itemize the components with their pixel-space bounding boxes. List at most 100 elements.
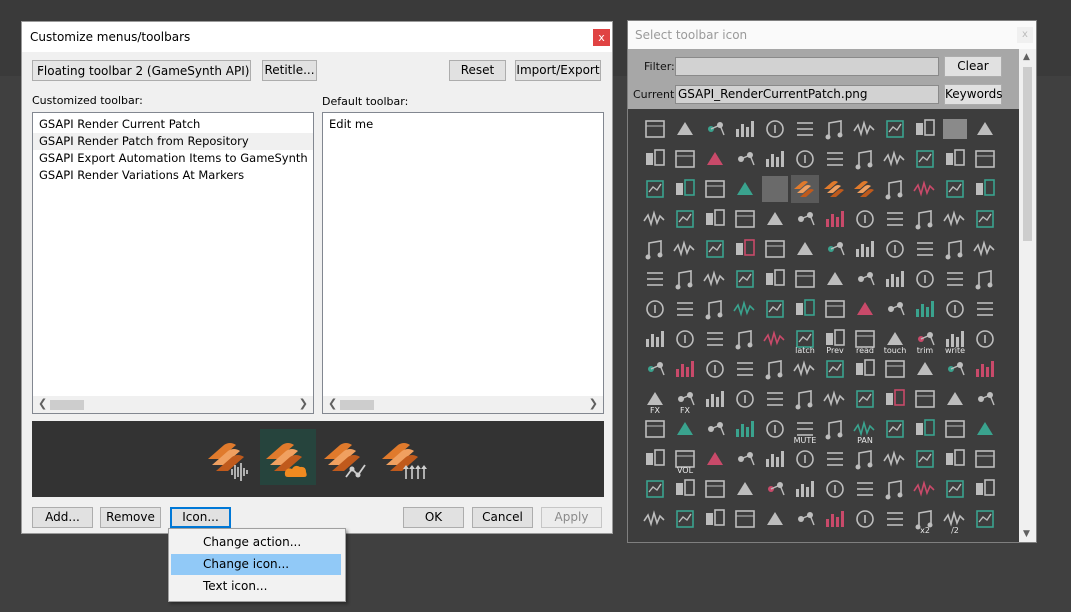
scroll-down-icon[interactable]: ▼	[1023, 529, 1030, 539]
toolbar-icon-option[interactable]	[761, 115, 789, 143]
toolbar-icon-option[interactable]	[851, 235, 879, 263]
toolbar-icon-option[interactable]	[791, 385, 819, 413]
toolbar-icon-option[interactable]: read	[851, 325, 879, 355]
toolbar-icon-option[interactable]	[911, 295, 939, 323]
toolbar-icon-option[interactable]	[731, 205, 759, 233]
toolbar-icon-option[interactable]	[911, 235, 939, 263]
toolbar-icon-option[interactable]	[731, 325, 759, 353]
toolbar-icon-option[interactable]: Prev	[821, 325, 849, 355]
toolbar-icon-option[interactable]	[671, 265, 699, 293]
toolbar-icon-option[interactable]	[761, 385, 789, 413]
toolbar-icon-option[interactable]	[701, 385, 729, 413]
toolbar-icon-option[interactable]	[881, 445, 909, 473]
apply-button[interactable]: Apply	[541, 507, 602, 528]
toolbar-icon-option[interactable]	[731, 355, 759, 383]
toolbar-icon-option[interactable]	[941, 295, 969, 323]
retitle-button[interactable]: Retitle...	[262, 60, 317, 81]
toolbar-icon-option[interactable]	[941, 475, 969, 503]
list-item[interactable]: GSAPI Export Automation Items to GameSyn…	[33, 150, 313, 167]
toolbar-icon-option[interactable]	[731, 235, 759, 263]
toolbar-icon-option[interactable]	[971, 235, 999, 263]
toolbar-icon-option[interactable]	[731, 385, 759, 413]
clear-button[interactable]: Clear	[944, 56, 1002, 77]
toolbar-icon-option[interactable]	[941, 385, 969, 413]
toolbar-icon-option[interactable]	[971, 415, 999, 443]
toolbar-icon-option[interactable]	[671, 325, 699, 353]
toolbar-icon-option[interactable]	[731, 475, 759, 503]
toolbar-icon-option[interactable]	[821, 175, 849, 203]
toolbar-icon-option[interactable]	[701, 325, 729, 353]
toolbar-icon-option[interactable]: latch	[791, 325, 819, 355]
toolbar-icon-option[interactable]	[821, 445, 849, 473]
toolbar-icon-option[interactable]	[971, 205, 999, 233]
toolbar-icon-option[interactable]	[941, 355, 969, 383]
toolbar-icon-option[interactable]	[911, 415, 939, 443]
toolbar-icon-option[interactable]: write	[941, 325, 969, 355]
toolbar-icon-option[interactable]	[701, 445, 729, 473]
toolbar-icon-option[interactable]	[911, 115, 939, 143]
toolbar-icon-option[interactable]	[881, 265, 909, 293]
toolbar-icon-option[interactable]	[671, 235, 699, 263]
toolbar-icon-option[interactable]	[761, 445, 789, 473]
scroll-thumb[interactable]	[1023, 67, 1032, 241]
toolbar-icon-option[interactable]: VOL	[671, 445, 699, 475]
list-item[interactable]: GSAPI Render Variations At Markers	[33, 167, 313, 184]
toolbar-icon-option[interactable]	[851, 355, 879, 383]
horizontal-scrollbar[interactable]: ❮ ❯	[323, 396, 603, 413]
toolbar-icon-option[interactable]	[911, 205, 939, 233]
toolbar-icon-option[interactable]	[971, 325, 999, 353]
toolbar-icon-option[interactable]: /2	[941, 505, 969, 535]
toolbar-icon-option[interactable]	[701, 265, 729, 293]
toolbar-icon-option[interactable]	[731, 145, 759, 173]
toolbar-icon-option[interactable]	[821, 505, 849, 533]
toolbar-icon-option[interactable]	[761, 505, 789, 533]
toolbar-icon-option[interactable]	[671, 175, 699, 203]
menu-item-text-icon[interactable]: Text icon...	[171, 576, 341, 597]
list-item[interactable]: GSAPI Render Current Patch	[33, 116, 313, 133]
toolbar-icon-option[interactable]	[911, 475, 939, 503]
list-item[interactable]: Edit me	[323, 116, 603, 133]
toolbar-icon-option[interactable]	[641, 265, 669, 293]
toolbar-icon-option[interactable]	[881, 355, 909, 383]
toolbar-icon-option[interactable]	[851, 205, 879, 233]
toolbar-icon-option[interactable]	[761, 205, 789, 233]
toolbar-icon-option[interactable]	[791, 145, 819, 173]
toolbar-icon-option[interactable]	[671, 505, 699, 533]
scroll-right-icon[interactable]: ❯	[589, 397, 598, 410]
toolbar-icon-option[interactable]	[971, 505, 999, 533]
toolbar-icon-option[interactable]	[671, 115, 699, 143]
toolbar-icon-option[interactable]	[911, 445, 939, 473]
toolbar-icon-option[interactable]	[641, 175, 669, 203]
toolbar-icon-option[interactable]	[791, 355, 819, 383]
toolbar-icon-option[interactable]	[731, 265, 759, 293]
toolbar-icon-option[interactable]	[761, 145, 789, 173]
toolbar-icon-option[interactable]	[821, 205, 849, 233]
toolbar-icon-option[interactable]	[881, 175, 909, 203]
toolbar-icon-option[interactable]	[701, 355, 729, 383]
toolbar-icon-option[interactable]	[641, 475, 669, 503]
toolbar-icon-option[interactable]	[641, 505, 669, 533]
toolbar-icon-option[interactable]	[971, 295, 999, 323]
toolbar-icon-option[interactable]	[641, 415, 669, 443]
toolbar-icon-option[interactable]	[791, 475, 819, 503]
toolbar-icon-option[interactable]	[851, 505, 879, 533]
remove-button[interactable]: Remove	[100, 507, 161, 528]
toolbar-icon-option[interactable]	[671, 205, 699, 233]
toolbar-icon-option[interactable]	[641, 325, 669, 353]
toolbar-icon-option[interactable]	[941, 445, 969, 473]
list-item-selected[interactable]: GSAPI Render Patch from Repository	[33, 133, 313, 150]
toolbar-icon-option[interactable]	[821, 355, 849, 383]
toolbar-icon-option[interactable]	[671, 415, 699, 443]
toolbar-icon-option[interactable]	[851, 115, 879, 143]
toolbar-icon-option[interactable]	[941, 265, 969, 293]
toolbar-icon-option[interactable]	[881, 295, 909, 323]
toolbar-icon-option[interactable]	[941, 145, 969, 173]
scroll-thumb[interactable]	[340, 400, 374, 410]
toolbar-icon-option[interactable]	[701, 295, 729, 323]
toolbar-icon-option[interactable]: touch	[881, 325, 909, 355]
toolbar-icon-option[interactable]	[941, 205, 969, 233]
icon-button[interactable]: Icon...	[170, 507, 231, 528]
waveform-render-icon[interactable]	[202, 429, 258, 485]
toolbar-icon-option[interactable]	[701, 475, 729, 503]
toolbar-icon-option[interactable]	[821, 145, 849, 173]
